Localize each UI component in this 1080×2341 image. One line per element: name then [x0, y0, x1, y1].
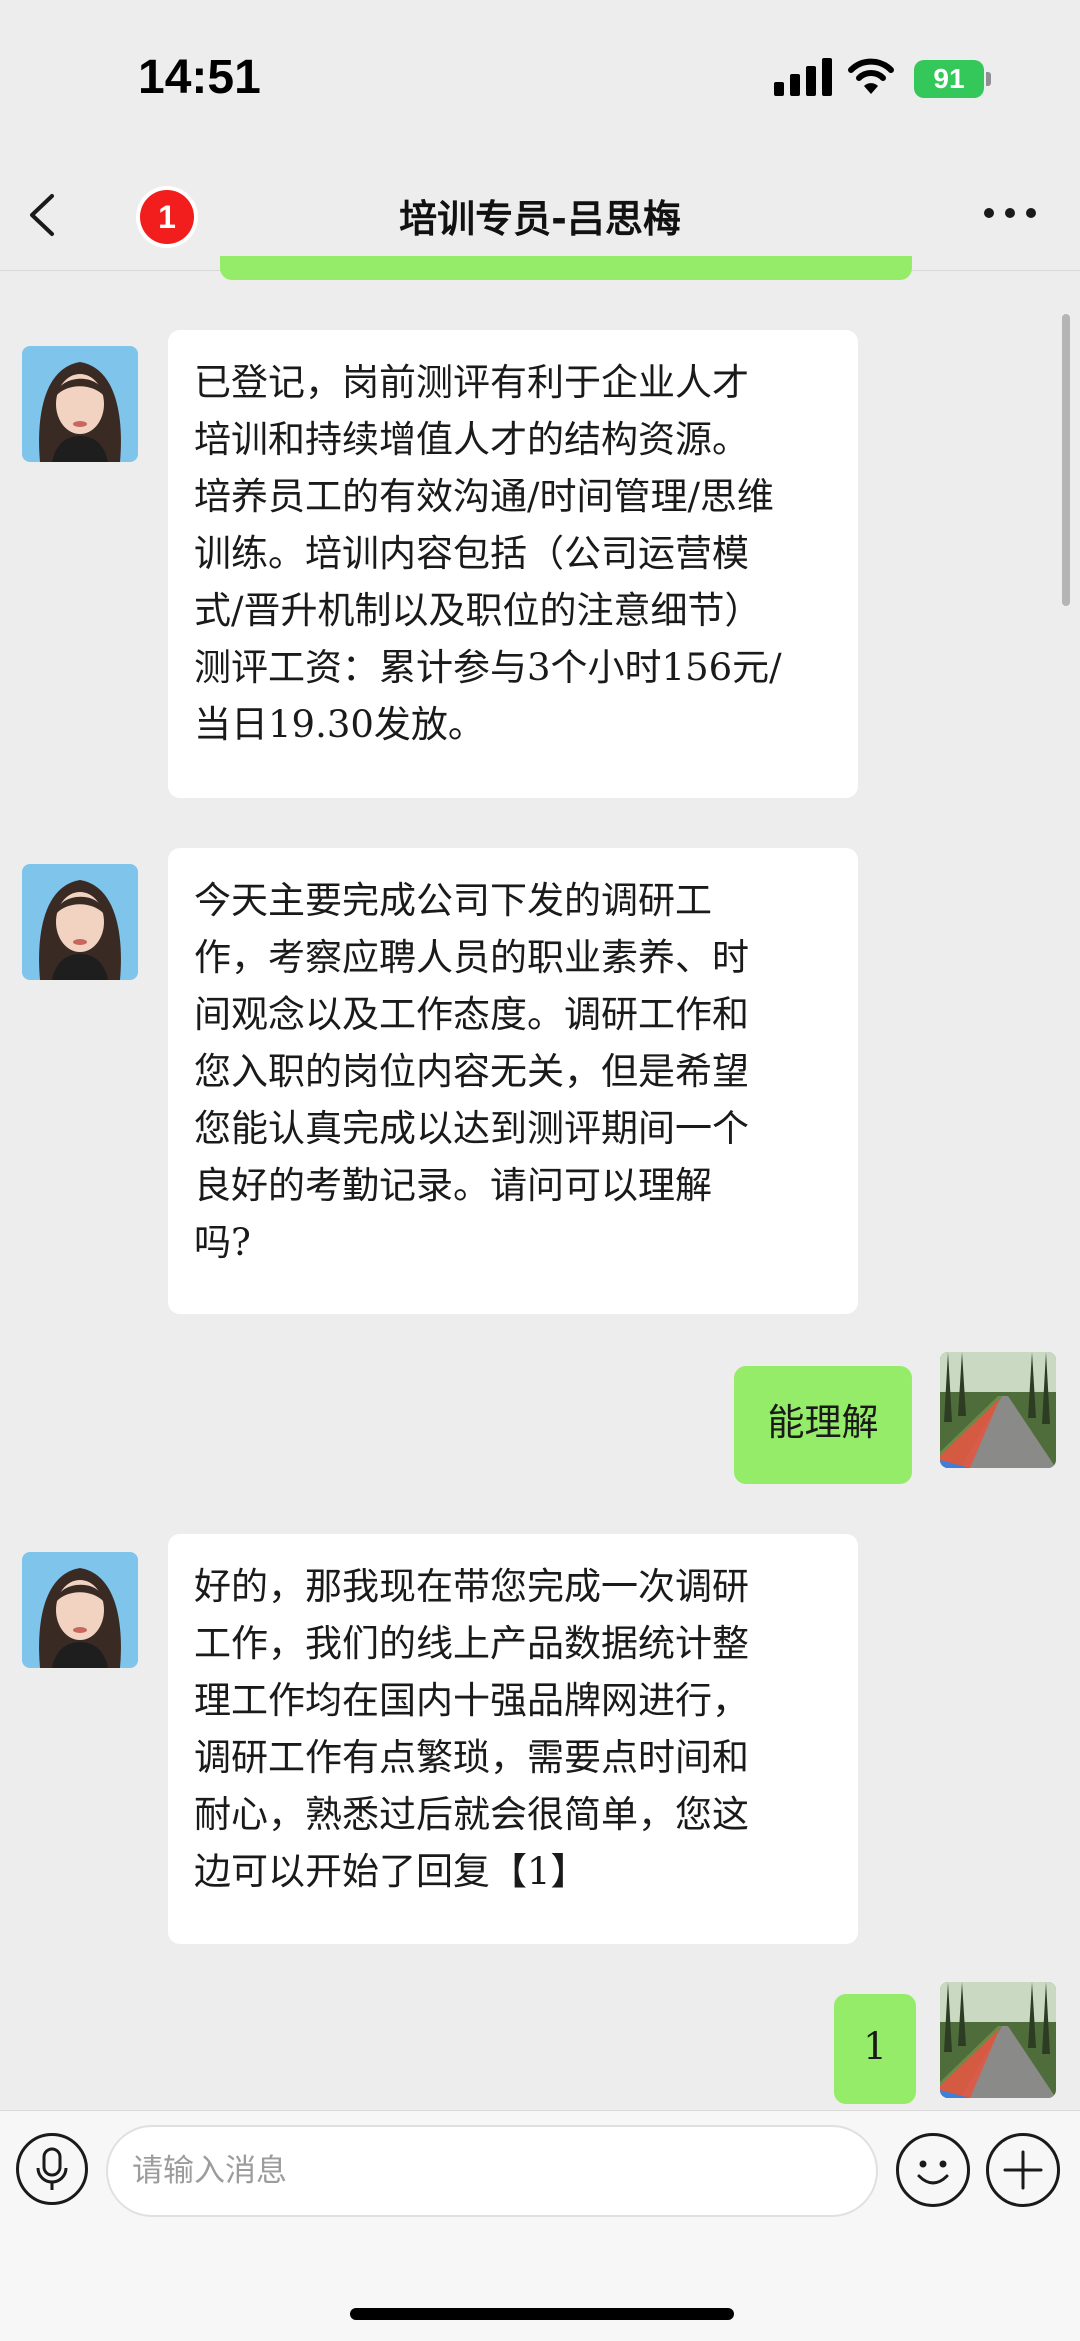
message-bubble-outgoing[interactable]: 能理解 [734, 1366, 912, 1484]
home-indicator[interactable] [350, 2308, 734, 2320]
avatar[interactable] [940, 1352, 1056, 1468]
battery-level: 91 [933, 63, 965, 94]
battery-icon: 91 [914, 60, 984, 98]
avatar[interactable] [22, 346, 138, 462]
chat-title: 培训专员-吕思梅 [399, 197, 681, 241]
message-bubble-outgoing[interactable]: 1 [834, 1994, 916, 2104]
battery-tip [986, 72, 991, 86]
status-time: 14:51 [138, 51, 261, 104]
bottom-safe-area [0, 2247, 1080, 2341]
smiley-icon [917, 2160, 949, 2185]
message-bubble-incoming[interactable]: 今天主要完成公司下发的调研工 作，考察应聘人员的职业素养、时 间观念以及工作态度… [168, 848, 858, 1314]
microphone-icon [36, 2147, 68, 2190]
avatar-forest-road-image [940, 1352, 1056, 1468]
plus-icon [1003, 2150, 1043, 2190]
cellular-signal-icon [774, 58, 832, 96]
avatar[interactable] [22, 864, 138, 980]
message-bubble-incoming[interactable]: 已登记，岗前测评有利于企业人才 培训和持续增值人才的结构资源。 培养员工的有效沟… [168, 330, 858, 798]
avatar[interactable] [940, 1982, 1056, 2098]
more-dots-icon[interactable] [980, 198, 1040, 228]
avatar-woman-image [22, 346, 138, 462]
message-bubble-incoming[interactable]: 好的，那我现在带您完成一次调研 工作，我们的线上产品数据统计整 理工作均在国内十… [168, 1534, 858, 1944]
status-bar: 14:51 91 [0, 0, 1080, 160]
chat-header: 1 培训专员-吕思梅 [0, 160, 1080, 271]
avatar-woman-image [22, 1552, 138, 1668]
avatar-forest-road-image [940, 1982, 1056, 2098]
scrollbar[interactable] [1062, 314, 1070, 606]
voice-button[interactable] [16, 2133, 88, 2205]
previous-message-bubble [220, 256, 912, 280]
wifi-icon [848, 58, 894, 94]
plus-button[interactable] [986, 2133, 1060, 2207]
avatar[interactable] [22, 1552, 138, 1668]
emoji-button[interactable] [896, 2133, 970, 2207]
message-input[interactable] [106, 2125, 878, 2217]
message-input-bar [0, 2110, 1080, 2248]
avatar-woman-image [22, 864, 138, 980]
